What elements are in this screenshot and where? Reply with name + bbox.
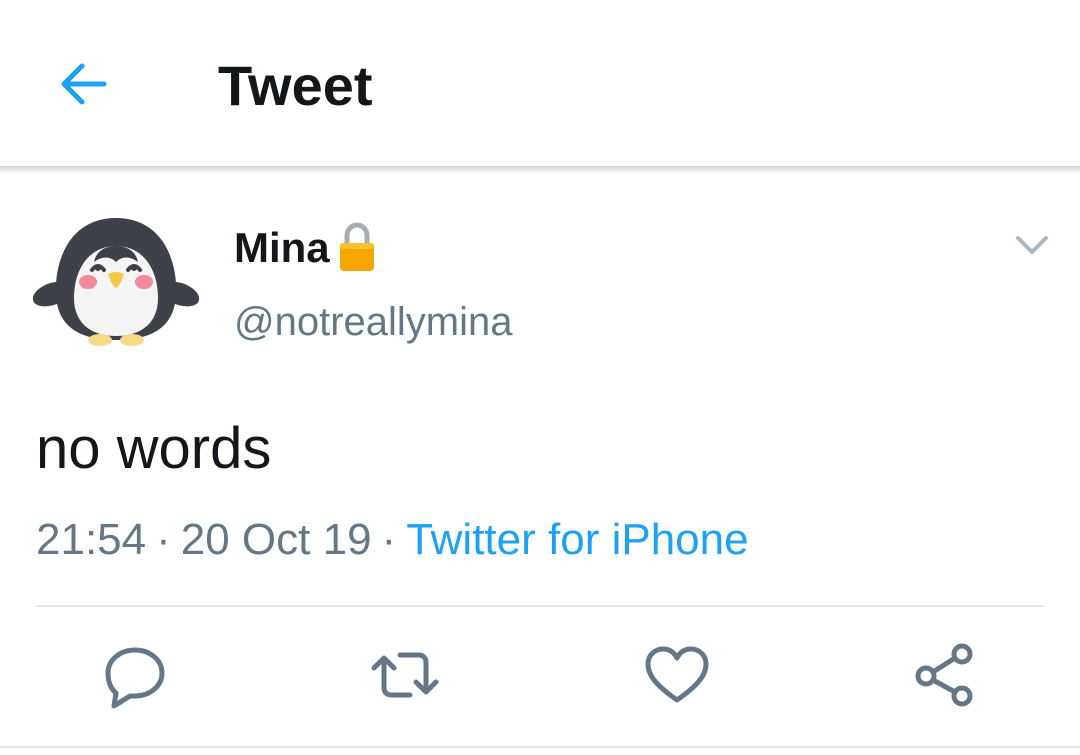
header-divider bbox=[0, 166, 1080, 174]
app-header: Tweet bbox=[0, 0, 1080, 168]
reply-icon[interactable] bbox=[100, 640, 170, 710]
arrow-left-icon[interactable] bbox=[52, 52, 116, 116]
author-name[interactable]: Mina bbox=[234, 222, 330, 274]
tweet-text: no words bbox=[36, 416, 272, 481]
tweet-meta: 21:54 · 20 Oct 19 · Twitter for iPhone bbox=[36, 512, 749, 568]
lock-icon bbox=[339, 222, 374, 271]
divider bbox=[36, 605, 1044, 607]
tweet-time: 21:54 bbox=[36, 515, 147, 564]
meta-separator: · bbox=[381, 515, 397, 564]
author-handle[interactable]: @notreallymina bbox=[234, 298, 513, 346]
author-name-row[interactable]: Mina bbox=[234, 222, 380, 274]
like-icon[interactable] bbox=[642, 640, 712, 710]
meta-separator: · bbox=[156, 515, 171, 564]
chevron-down-icon[interactable] bbox=[1012, 230, 1052, 262]
tweet-date: 20 Oct 19 bbox=[180, 515, 372, 564]
bottom-divider bbox=[0, 746, 1080, 748]
tweet-source-link[interactable]: Twitter for iPhone bbox=[406, 515, 748, 564]
share-icon[interactable] bbox=[910, 640, 980, 710]
retweet-icon[interactable] bbox=[370, 640, 440, 710]
avatar[interactable] bbox=[30, 212, 202, 352]
page-title: Tweet bbox=[218, 54, 373, 117]
